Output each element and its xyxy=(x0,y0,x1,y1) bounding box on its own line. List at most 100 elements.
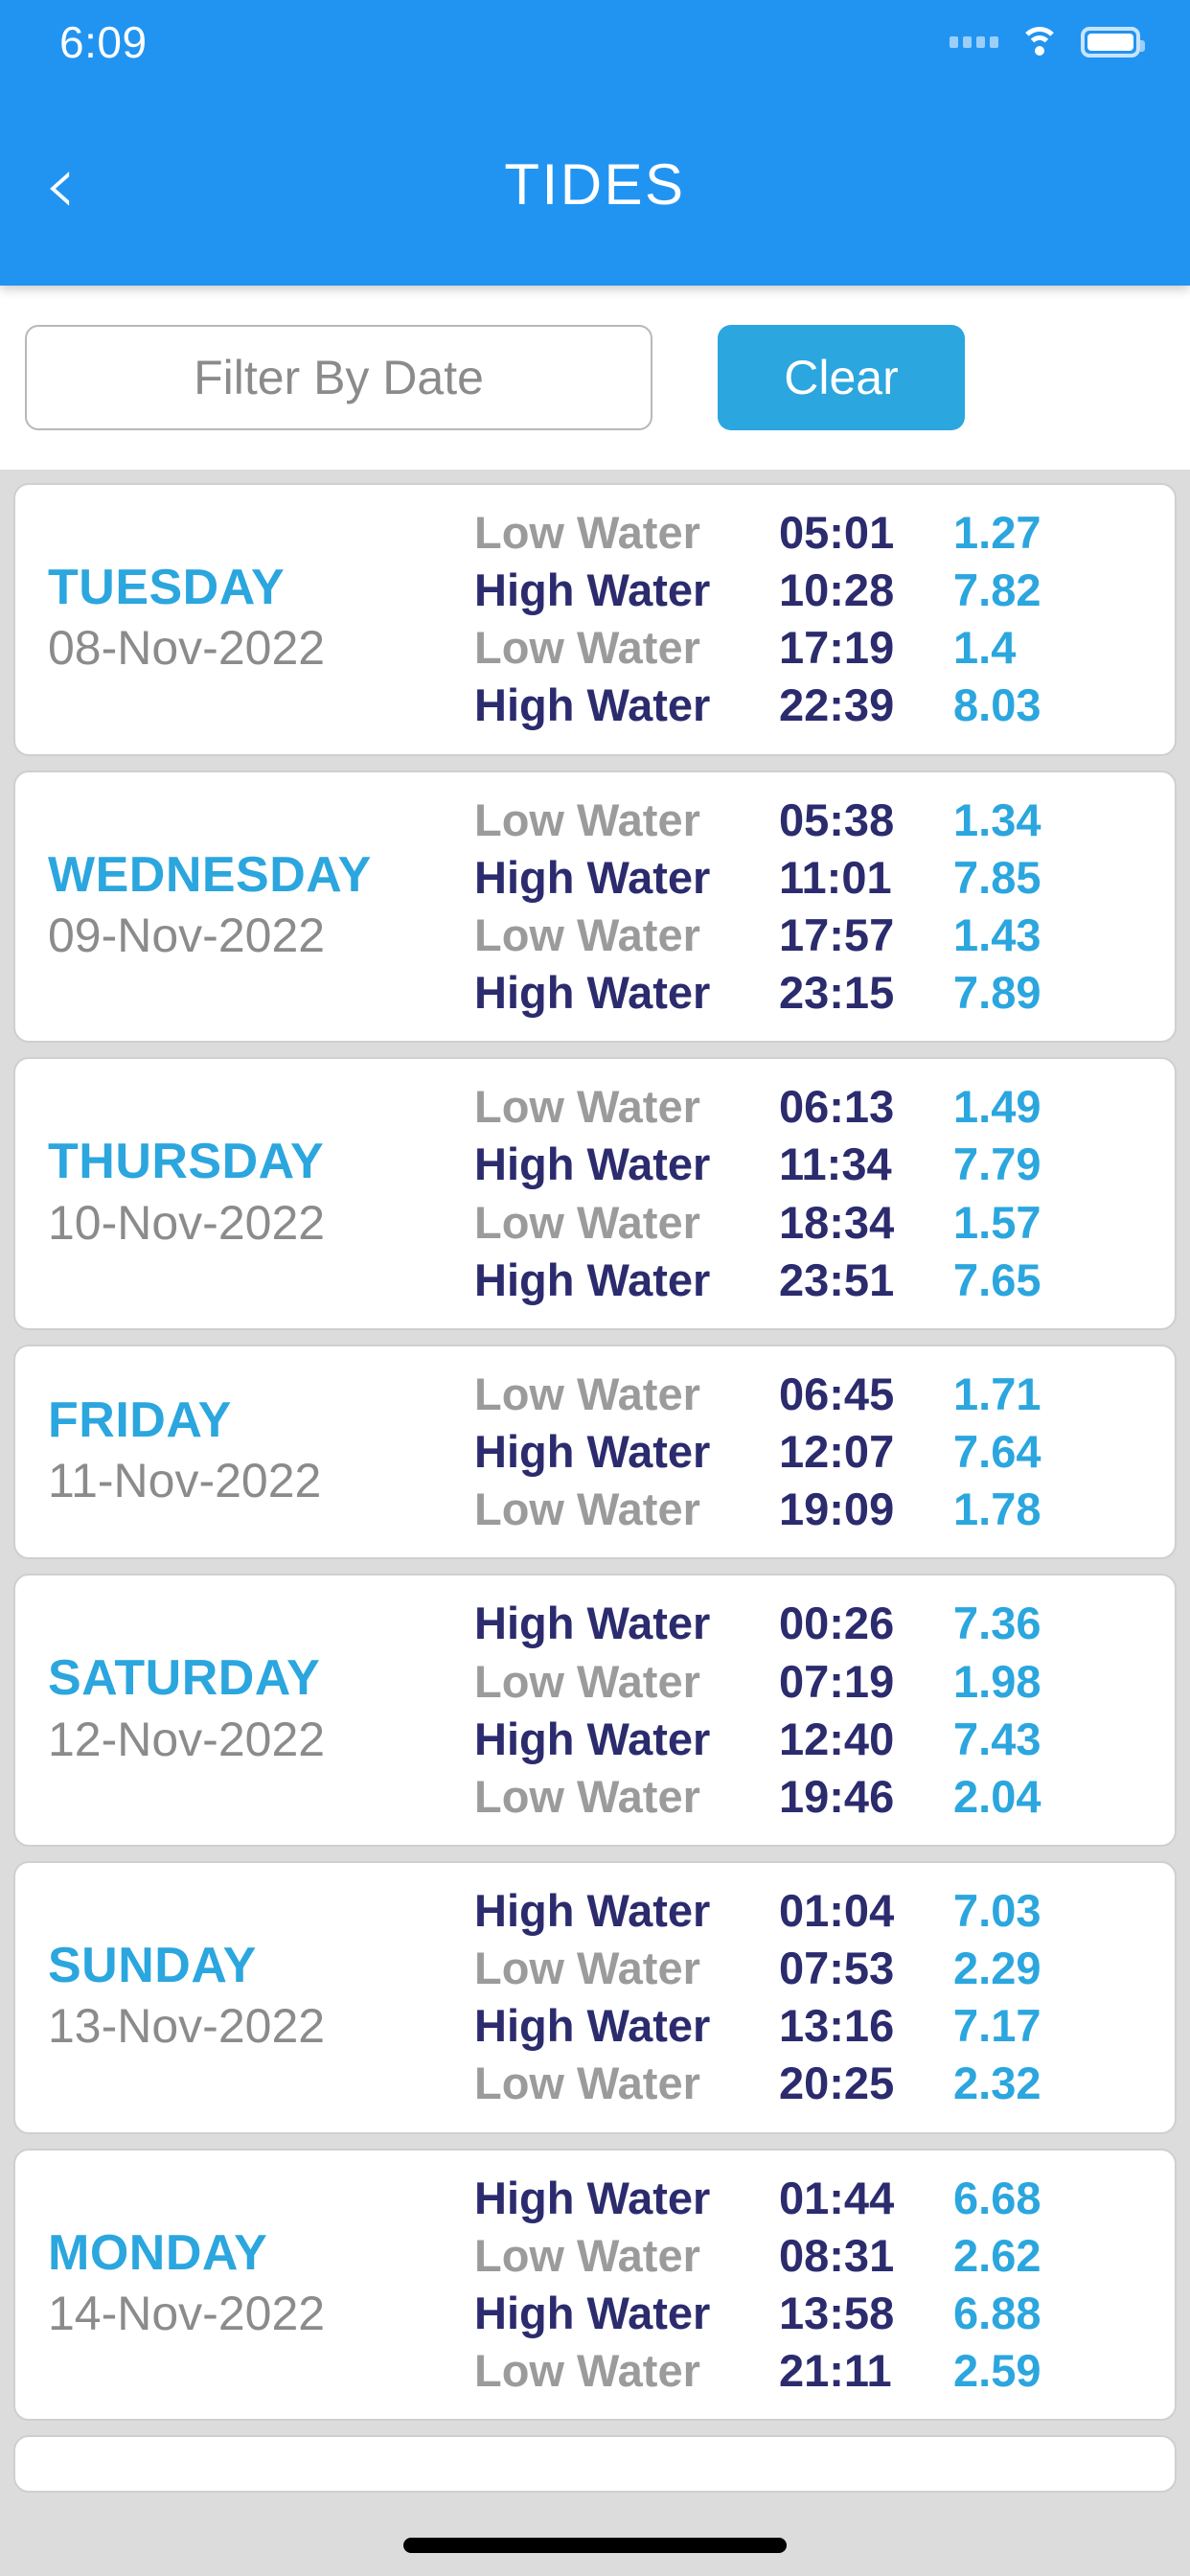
tide-day-card[interactable]: WEDNESDAY 09-Nov-2022 Low Water 05:38 1.34 Hi… xyxy=(13,770,1177,1044)
tide-row: High Water 23:51 7.65 xyxy=(474,1252,1152,1309)
tide-day-card[interactable]: TUESDAY 08-Nov-2022 Low Water 05:01 1.27 High… xyxy=(13,483,1177,756)
tide-row: High Water 12:40 7.43 xyxy=(474,1711,1152,1768)
tide-type-label: High Water xyxy=(474,1884,711,1936)
day-date: 08-Nov-2022 xyxy=(48,621,326,676)
tide-type-label: Low Water xyxy=(474,794,700,845)
tide-row: Low Water 07:53 2.29 xyxy=(474,1940,1152,1997)
app-screen: 6:09 ‹ TIDES Filter By Date Clear TUESDA… xyxy=(0,0,1190,2576)
filter-by-date-placeholder: Filter By Date xyxy=(194,351,484,404)
tide-height: 7.65 xyxy=(953,1254,1041,1305)
tide-row-group: Low Water 05:38 1.34 High Water 11:01 7.85 Low… xyxy=(474,792,1152,1023)
tide-day-card-partial[interactable] xyxy=(13,2435,1177,2494)
tide-height: 6.88 xyxy=(953,2287,1041,2338)
tide-row: Low Water 18:34 1.57 xyxy=(474,1194,1152,1252)
tide-time: 19:09 xyxy=(779,1484,895,1535)
tide-height: 7.43 xyxy=(953,1713,1041,1764)
tide-time: 07:53 xyxy=(779,1943,895,1994)
tide-height: 2.32 xyxy=(953,2058,1041,2109)
day-name: SUNDAY xyxy=(48,1938,257,1994)
home-indicator xyxy=(403,2538,787,2553)
tide-height: 1.78 xyxy=(953,1484,1041,1535)
tide-type-label: High Water xyxy=(474,1598,711,1649)
tide-height: 1.49 xyxy=(953,1081,1041,1133)
tide-row: High Water 00:26 7.36 xyxy=(474,1595,1152,1652)
day-name: WEDNESDAY xyxy=(48,846,372,903)
tide-type-label: Low Water xyxy=(474,1943,700,1994)
tide-day-heading: SATURDAY 12-Nov-2022 xyxy=(38,1649,474,1770)
tide-time: 05:38 xyxy=(779,794,895,845)
tide-row: High Water 22:39 8.03 xyxy=(474,677,1152,734)
tide-time: 10:28 xyxy=(779,564,895,616)
tide-type-label: High Water xyxy=(474,1254,711,1305)
tide-row-group: Low Water 06:13 1.49 High Water 11:34 7.79 Low… xyxy=(474,1078,1152,1309)
tide-day-card[interactable]: FRIDAY 11-Nov-2022 Low Water 06:45 1.71 High … xyxy=(13,1344,1177,1560)
tide-time: 18:34 xyxy=(779,1196,895,1248)
tide-height: 7.82 xyxy=(953,564,1041,616)
tide-time: 13:58 xyxy=(779,2287,895,2338)
tide-type-label: High Water xyxy=(474,2287,711,2338)
tide-row: High Water 12:07 7.64 xyxy=(474,1423,1152,1481)
status-bar-icons xyxy=(950,27,1145,58)
day-date: 10-Nov-2022 xyxy=(48,1195,326,1250)
tide-day-card[interactable]: SUNDAY 13-Nov-2022 High Water 01:04 7.03 Low … xyxy=(13,1860,1177,2134)
tide-height: 1.4 xyxy=(953,622,1017,674)
tide-row: High Water 01:04 7.03 xyxy=(474,1882,1152,1940)
tide-height: 7.03 xyxy=(953,1884,1041,1936)
tide-height: 2.62 xyxy=(953,2229,1041,2281)
tide-height: 7.36 xyxy=(953,1598,1041,1649)
tide-time: 06:45 xyxy=(779,1368,895,1419)
tide-time: 21:11 xyxy=(779,2345,892,2397)
chevron-left-icon[interactable]: ‹ xyxy=(27,137,94,233)
tide-height: 7.79 xyxy=(953,1138,1041,1190)
tide-time: 08:31 xyxy=(779,2229,895,2281)
tide-height: 1.57 xyxy=(953,1196,1041,1248)
tide-row: Low Water 21:11 2.59 xyxy=(474,2342,1152,2400)
tide-day-heading: THURSDAY 10-Nov-2022 xyxy=(38,1133,474,1254)
tide-height: 8.03 xyxy=(953,679,1041,731)
tide-row: Low Water 05:38 1.34 xyxy=(474,792,1152,849)
tide-day-list[interactable]: TUESDAY 08-Nov-2022 Low Water 05:01 1.27 High… xyxy=(0,470,1190,2576)
tide-day-card[interactable]: SATURDAY 12-Nov-2022 High Water 00:26 7.36 Lo… xyxy=(13,1574,1177,1847)
tide-type-label: High Water xyxy=(474,564,711,616)
tide-type-label: Low Water xyxy=(474,2345,700,2397)
day-date: 14-Nov-2022 xyxy=(48,2287,326,2341)
tide-day-heading: SUNDAY 13-Nov-2022 xyxy=(38,1937,474,2058)
tide-time: 23:15 xyxy=(779,967,895,1019)
signal-dots-icon xyxy=(950,36,998,48)
tide-time: 17:57 xyxy=(779,908,895,960)
clear-button-label: Clear xyxy=(784,351,899,404)
tide-time: 13:16 xyxy=(779,2000,895,2052)
tide-day-card[interactable]: THURSDAY 10-Nov-2022 Low Water 06:13 1.49 Hig… xyxy=(13,1057,1177,1330)
day-date: 13-Nov-2022 xyxy=(48,1999,326,2054)
tide-type-label: Low Water xyxy=(474,1655,700,1707)
tide-type-label: Low Water xyxy=(474,1081,700,1133)
tide-time: 07:19 xyxy=(779,1655,895,1707)
tide-time: 01:04 xyxy=(779,1884,895,1936)
tide-time: 00:26 xyxy=(779,1598,895,1649)
tide-row: High Water 01:44 6.68 xyxy=(474,2170,1152,2227)
tide-type-label: High Water xyxy=(474,679,711,731)
tide-row: High Water 11:01 7.85 xyxy=(474,849,1152,907)
tide-height: 7.17 xyxy=(953,2000,1041,2052)
filter-by-date-input[interactable]: Filter By Date xyxy=(25,325,652,430)
battery-icon xyxy=(1081,27,1145,58)
tide-row-group: High Water 01:04 7.03 Low Water 07:53 2.29 Hig… xyxy=(474,1882,1152,2113)
tide-height: 7.85 xyxy=(953,851,1041,903)
tide-time: 12:40 xyxy=(779,1713,895,1764)
tide-day-card[interactable]: MONDAY 14-Nov-2022 High Water 01:44 6.68 Low … xyxy=(13,2148,1177,2422)
day-name: TUESDAY xyxy=(48,560,286,616)
tide-time: 12:07 xyxy=(779,1426,895,1478)
tide-type-label: Low Water xyxy=(474,2058,700,2109)
clear-button[interactable]: Clear xyxy=(718,325,965,430)
tide-day-heading: FRIDAY 11-Nov-2022 xyxy=(38,1392,474,1512)
tide-type-label: High Water xyxy=(474,1713,711,1764)
tide-row: High Water 10:28 7.82 xyxy=(474,562,1152,619)
tide-row: High Water 13:16 7.17 xyxy=(474,1997,1152,2055)
tide-row: Low Water 17:19 1.4 xyxy=(474,619,1152,677)
day-date: 11-Nov-2022 xyxy=(48,1454,322,1508)
tide-height: 2.29 xyxy=(953,1943,1041,1994)
tide-height: 1.98 xyxy=(953,1655,1041,1707)
tide-type-label: High Water xyxy=(474,851,711,903)
tide-height: 1.71 xyxy=(953,1368,1041,1419)
tide-type-label: Low Water xyxy=(474,1770,700,1822)
